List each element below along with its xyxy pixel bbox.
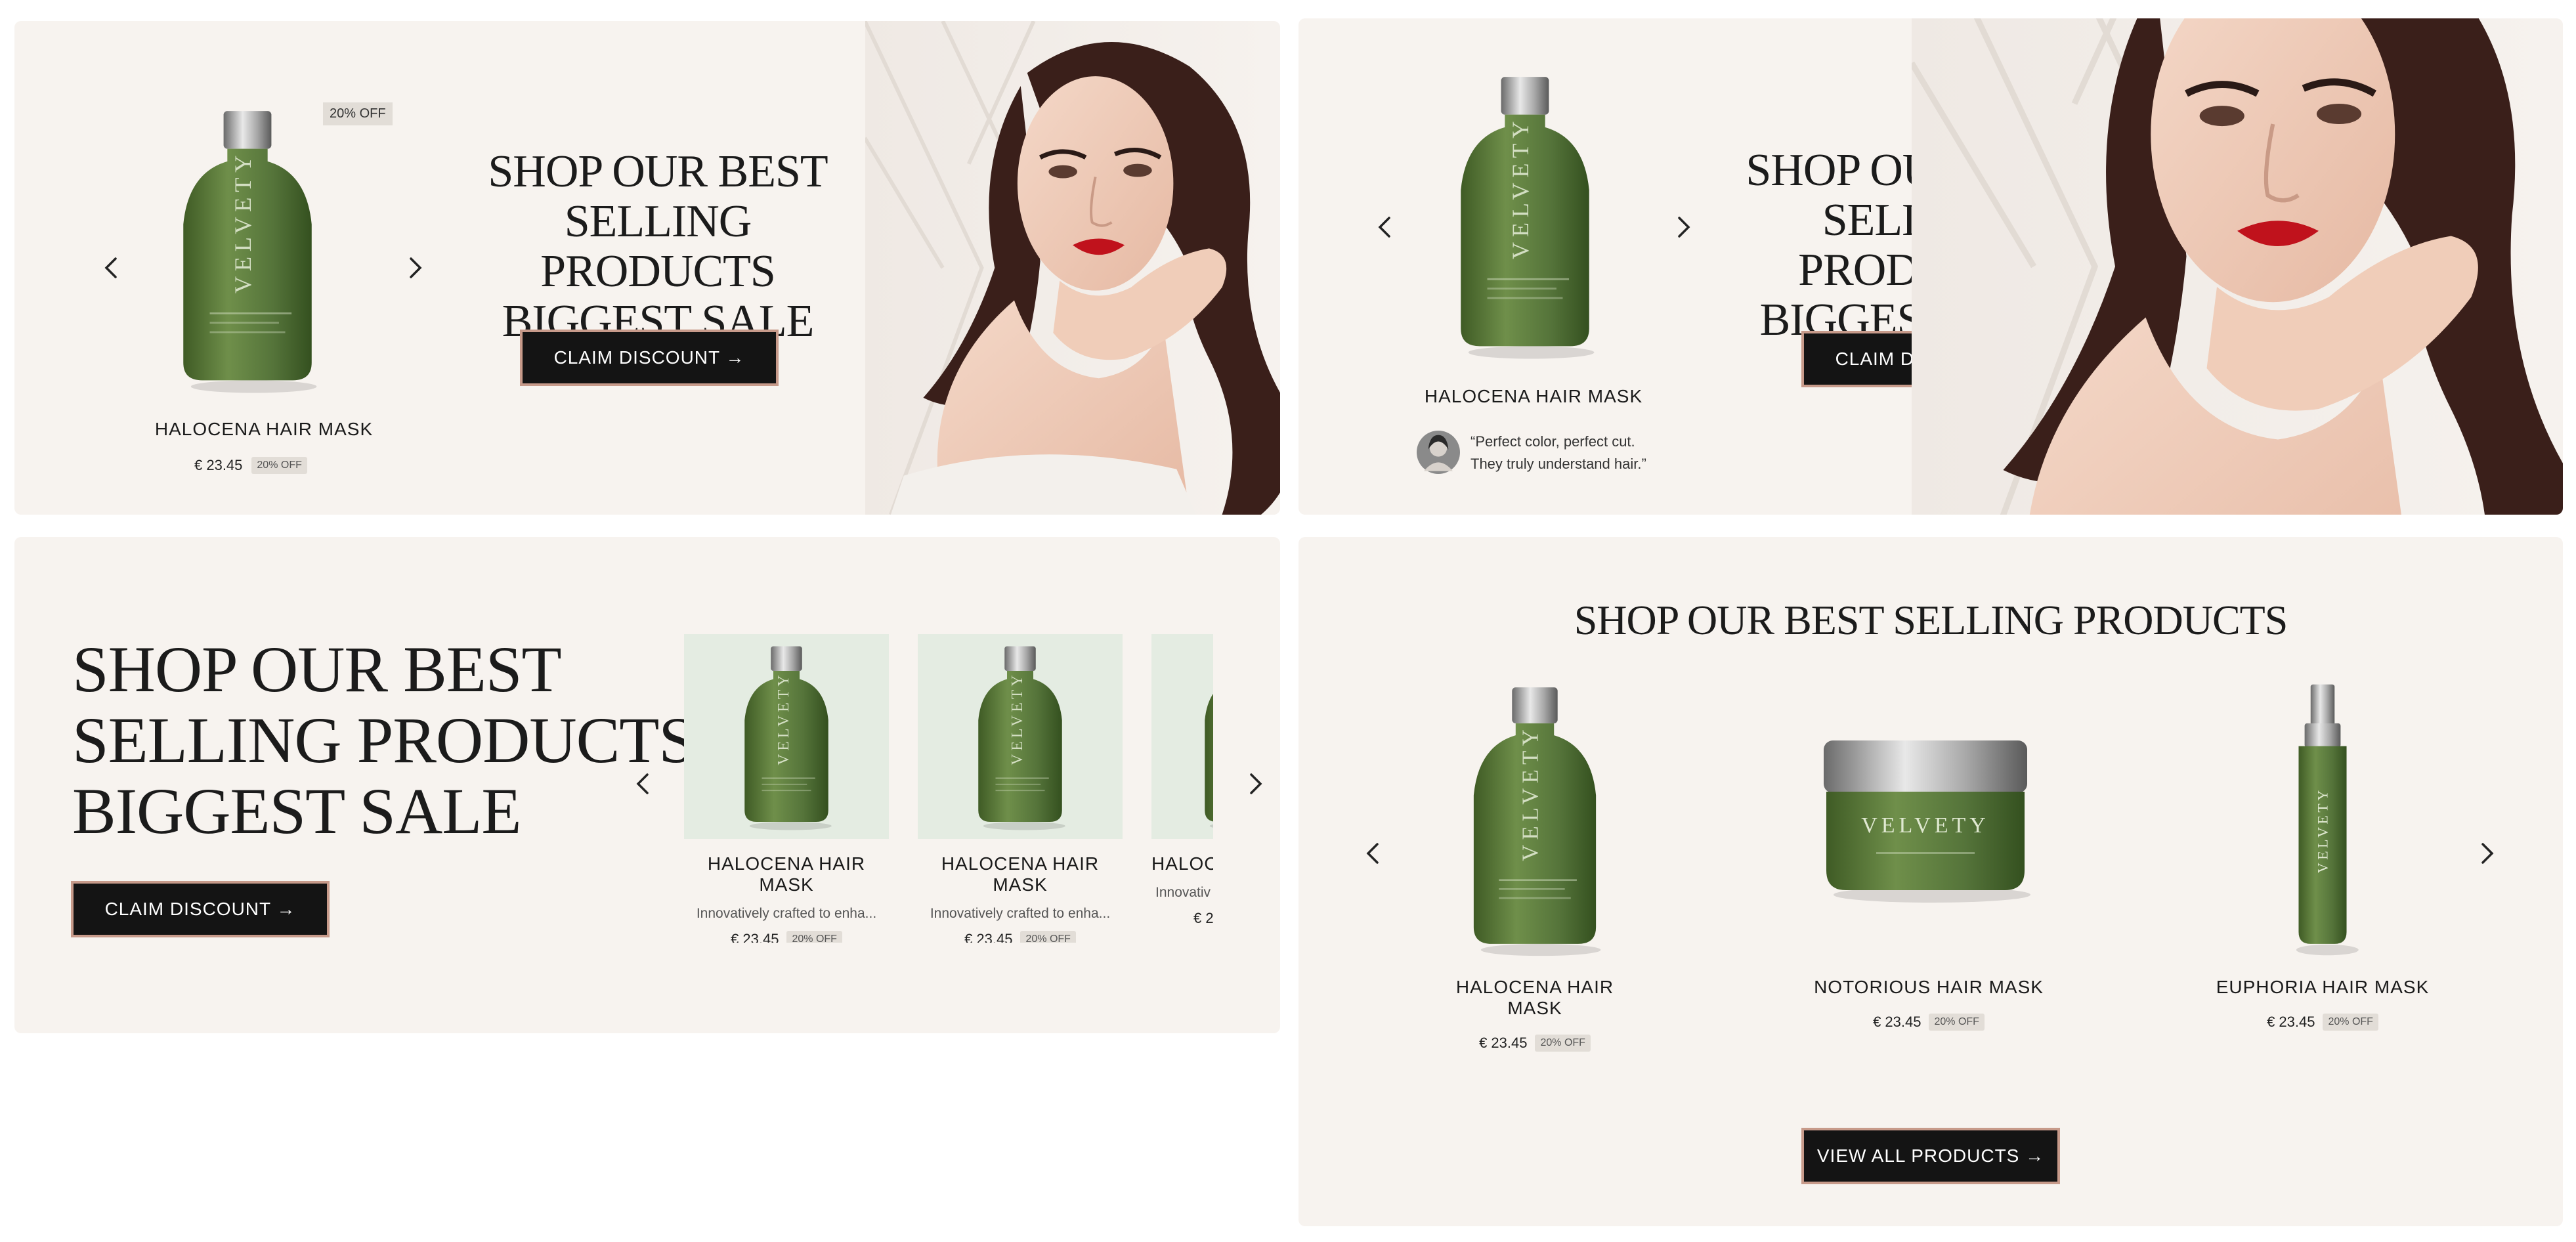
claim-discount-button[interactable]: CLAIM DISCOUNT →: [71, 881, 330, 937]
product-image[interactable]: [1436, 681, 1633, 957]
product-card[interactable]: NOTORIOUS HAIR MASK € 23.45 20% OFF: [1811, 681, 2047, 1031]
price: € 23.45: [2267, 1014, 2315, 1030]
corner-discount-badge: 20% OFF: [323, 102, 393, 125]
product-name[interactable]: HALOCENA HAIR MASK: [133, 419, 395, 440]
headline-line: SHOP OUR BEST: [72, 633, 562, 706]
product-description: Innovativ: [1155, 885, 1211, 900]
price: € 23.45: [731, 931, 779, 943]
avatar: [1417, 431, 1460, 477]
product-name[interactable]: HALOCENA HAIR MASK: [684, 853, 889, 895]
discount-badge: 20% OFF: [1535, 1035, 1591, 1052]
chevron-right-icon[interactable]: [1670, 214, 1696, 240]
headline-line: SELLING PRODUCTS: [540, 196, 776, 297]
view-all-products-button[interactable]: VIEW ALL PRODUCTS →: [1801, 1128, 2060, 1184]
product-name[interactable]: HALOCI: [1151, 853, 1213, 874]
banner-a: 20% OFF HALOCENA HAIR MASK € 23.45 20% O…: [14, 21, 1280, 515]
chevron-left-icon[interactable]: [630, 771, 656, 797]
headline: SHOP OUR BEST SELLING PRODUCTS BIGGEST S…: [474, 147, 842, 347]
price: € 23.45: [1873, 1014, 1921, 1030]
product-name[interactable]: HALOCENA HAIR MASK: [918, 853, 1123, 895]
price: € 23.45: [194, 457, 243, 473]
product-description: Innovatively crafted to enha...: [930, 906, 1111, 921]
product-name[interactable]: HALOCENA HAIR MASK: [1402, 386, 1665, 407]
price-row: € 23.45 20% OFF: [1436, 1035, 1633, 1052]
discount-badge: 20% OFF: [2323, 1014, 2378, 1031]
product-description: Innovatively crafted to enha...: [696, 906, 877, 921]
product-image[interactable]: [2211, 681, 2434, 957]
model-photo: [865, 21, 1280, 515]
discount-badge: 20% OFF: [1020, 931, 1076, 943]
testimonial-line: “Perfect color, perfect cut.: [1470, 433, 1635, 450]
price: € 2: [1193, 910, 1213, 926]
product-card[interactable]: HALOCI Innovativ € 2: [1151, 634, 1213, 927]
price-row: € 23.45 20% OFF: [918, 931, 1123, 943]
chevron-right-icon[interactable]: [1242, 771, 1268, 797]
banner-b: HALOCENA HAIR MASK “Perfect color, perfe…: [1299, 18, 2563, 515]
product-card[interactable]: HALOCENA HAIR MASK Innovatively crafted …: [684, 634, 889, 943]
product-image[interactable]: [1449, 64, 1600, 366]
price-row: € 23.45 20% OFF: [194, 457, 307, 474]
price-row: € 23.45 20% OFF: [1811, 1014, 2047, 1031]
product-name[interactable]: NOTORIOUS HAIR MASK: [1811, 977, 2047, 998]
discount-badge: 20% OFF: [251, 457, 307, 474]
section-title: SHOP OUR BEST SELLING PRODUCTS: [1574, 597, 2288, 643]
headline-line: BIGGEST SALE: [72, 775, 521, 847]
headline: SHOP OUR BEST SELLING PRODUCTS BIGGEST S…: [72, 634, 695, 847]
product-name[interactable]: EUPHORIA HAIR MASK: [2211, 977, 2434, 998]
headline-line: SHOP OUR BEST: [488, 146, 828, 197]
product-image[interactable]: [684, 634, 889, 839]
testimonial-line: They truly understand hair.”: [1470, 456, 1646, 472]
product-card[interactable]: HALOCENA HAIR MASK Innovatively crafted …: [918, 634, 1123, 943]
price: € 23.45: [1479, 1035, 1528, 1051]
product-carousel: HALOCENA HAIR MASK Innovatively crafted …: [684, 634, 1213, 943]
price-row: € 23.45 20% OFF: [2211, 1014, 2434, 1031]
chevron-left-icon[interactable]: [1360, 840, 1386, 867]
product-image[interactable]: [918, 634, 1123, 839]
price: € 23.45: [964, 931, 1013, 943]
chevron-right-icon[interactable]: [2474, 840, 2500, 867]
discount-badge: 20% OFF: [1929, 1014, 1985, 1031]
price-row: € 23.45 20% OFF: [684, 931, 889, 943]
claim-discount-button[interactable]: CLAIM DISCOUNT →: [520, 330, 779, 386]
chevron-left-icon[interactable]: [98, 255, 125, 281]
product-name[interactable]: HALOCENA HAIR MASK: [1436, 977, 1633, 1019]
discount-badge: 20% OFF: [786, 931, 842, 943]
banner-d: SHOP OUR BEST SELLING PRODUCTS HALOCENA …: [1299, 537, 2563, 1226]
headline-line: SELLING PRODUCTS: [72, 704, 695, 777]
chevron-left-icon[interactable]: [1372, 214, 1398, 240]
product-image[interactable]: [172, 98, 323, 400]
model-photo: [1912, 18, 2563, 515]
testimonial: “Perfect color, perfect cut. They truly …: [1470, 431, 1646, 475]
product-image[interactable]: [1151, 634, 1213, 839]
product-image[interactable]: [1811, 681, 2047, 957]
chevron-right-icon[interactable]: [402, 255, 428, 281]
product-card[interactable]: HALOCENA HAIR MASK € 23.45 20% OFF: [1436, 681, 1633, 1052]
product-card[interactable]: EUPHORIA HAIR MASK € 23.45 20% OFF: [2211, 681, 2434, 1031]
banner-c: SHOP OUR BEST SELLING PRODUCTS BIGGEST S…: [14, 537, 1280, 1033]
